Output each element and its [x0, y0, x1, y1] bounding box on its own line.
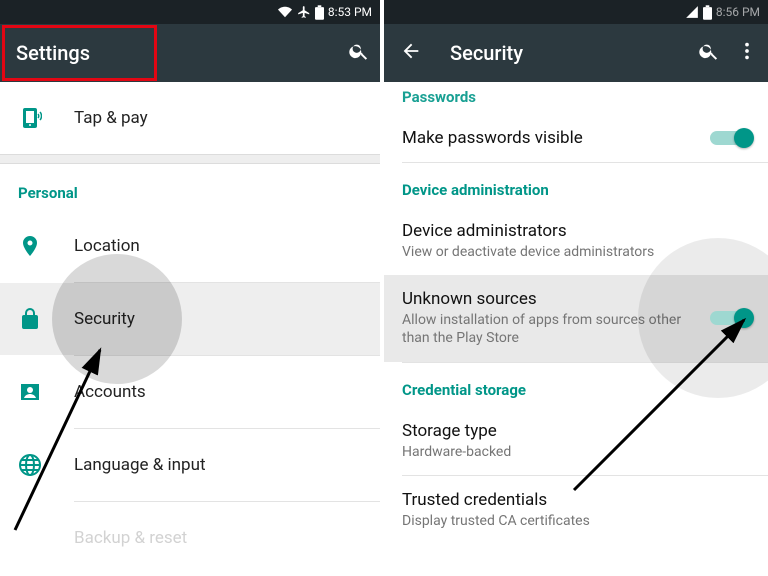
app-bar: Settings — [0, 24, 380, 82]
setting-storage-type[interactable]: Storage type Hardware-backed — [384, 407, 768, 475]
wifi-icon — [277, 5, 293, 19]
section-header-device-admin: Device administration — [384, 163, 768, 207]
setting-security[interactable]: Security — [0, 283, 380, 355]
setting-trusted-credentials[interactable]: Trusted credentials Display trusted CA c… — [384, 476, 768, 544]
setting-unknown-sources[interactable]: Unknown sources Allow installation of ap… — [384, 275, 768, 361]
divider — [0, 154, 380, 164]
setting-tap-and-pay[interactable]: Tap & pay — [0, 82, 380, 154]
setting-make-passwords-visible[interactable]: Make passwords visible — [384, 114, 768, 162]
back-icon[interactable] — [400, 40, 422, 66]
setting-subtitle: View or deactivate device administrators — [402, 243, 692, 261]
setting-backup[interactable]: Backup & reset — [0, 502, 380, 574]
location-icon — [18, 234, 74, 258]
app-title: Security — [450, 41, 523, 65]
setting-title: Device administrators — [402, 221, 692, 241]
setting-subtitle: Hardware-backed — [402, 443, 692, 461]
setting-title: Storage type — [402, 421, 692, 441]
statusbar-time: 8:56 PM — [716, 5, 760, 19]
signal-icon — [685, 5, 699, 19]
app-bar: Security — [384, 24, 768, 82]
settings-screen: 8:53 PM Settings Tap & pay Personal Loca… — [0, 0, 384, 576]
overflow-icon[interactable] — [736, 40, 758, 66]
setting-label: Security — [74, 309, 135, 329]
battery-icon — [703, 5, 712, 20]
setting-label: Accounts — [74, 382, 146, 402]
search-icon[interactable] — [698, 40, 720, 66]
security-screen: 8:56 PM Security Passwords Make password… — [384, 0, 768, 576]
setting-title: Make passwords visible — [402, 128, 692, 148]
search-icon[interactable] — [348, 40, 370, 66]
section-header-credential: Credential storage — [384, 363, 768, 407]
status-bar: 8:56 PM — [384, 0, 768, 24]
setting-label: Tap & pay — [74, 108, 148, 128]
tap-and-pay-icon — [18, 106, 74, 130]
setting-label: Location — [74, 236, 140, 256]
accounts-icon — [18, 380, 74, 404]
setting-title: Trusted credentials — [402, 490, 692, 510]
toggle-switch[interactable] — [710, 128, 750, 148]
setting-subtitle: Allow installation of apps from sources … — [402, 311, 692, 347]
section-header-personal: Personal — [0, 164, 380, 210]
status-bar: 8:53 PM — [0, 0, 380, 24]
setting-language[interactable]: Language & input — [0, 429, 380, 501]
settings-list[interactable]: Tap & pay Personal Location Security Acc… — [0, 82, 380, 574]
setting-label: Backup & reset — [74, 528, 187, 548]
setting-subtitle: Display trusted CA certificates — [402, 512, 692, 530]
statusbar-time: 8:53 PM — [328, 5, 372, 19]
section-header-passwords: Passwords — [384, 82, 768, 114]
airplane-icon — [297, 5, 311, 19]
battery-icon — [315, 5, 324, 20]
setting-label: Language & input — [74, 455, 206, 475]
app-title: Settings — [16, 41, 90, 65]
setting-title: Unknown sources — [402, 289, 692, 309]
setting-location[interactable]: Location — [0, 210, 380, 282]
toggle-switch[interactable] — [710, 308, 750, 328]
setting-accounts[interactable]: Accounts — [0, 356, 380, 428]
lock-icon — [18, 307, 74, 331]
globe-icon — [18, 453, 74, 477]
setting-device-administrators[interactable]: Device administrators View or deactivate… — [384, 207, 768, 275]
